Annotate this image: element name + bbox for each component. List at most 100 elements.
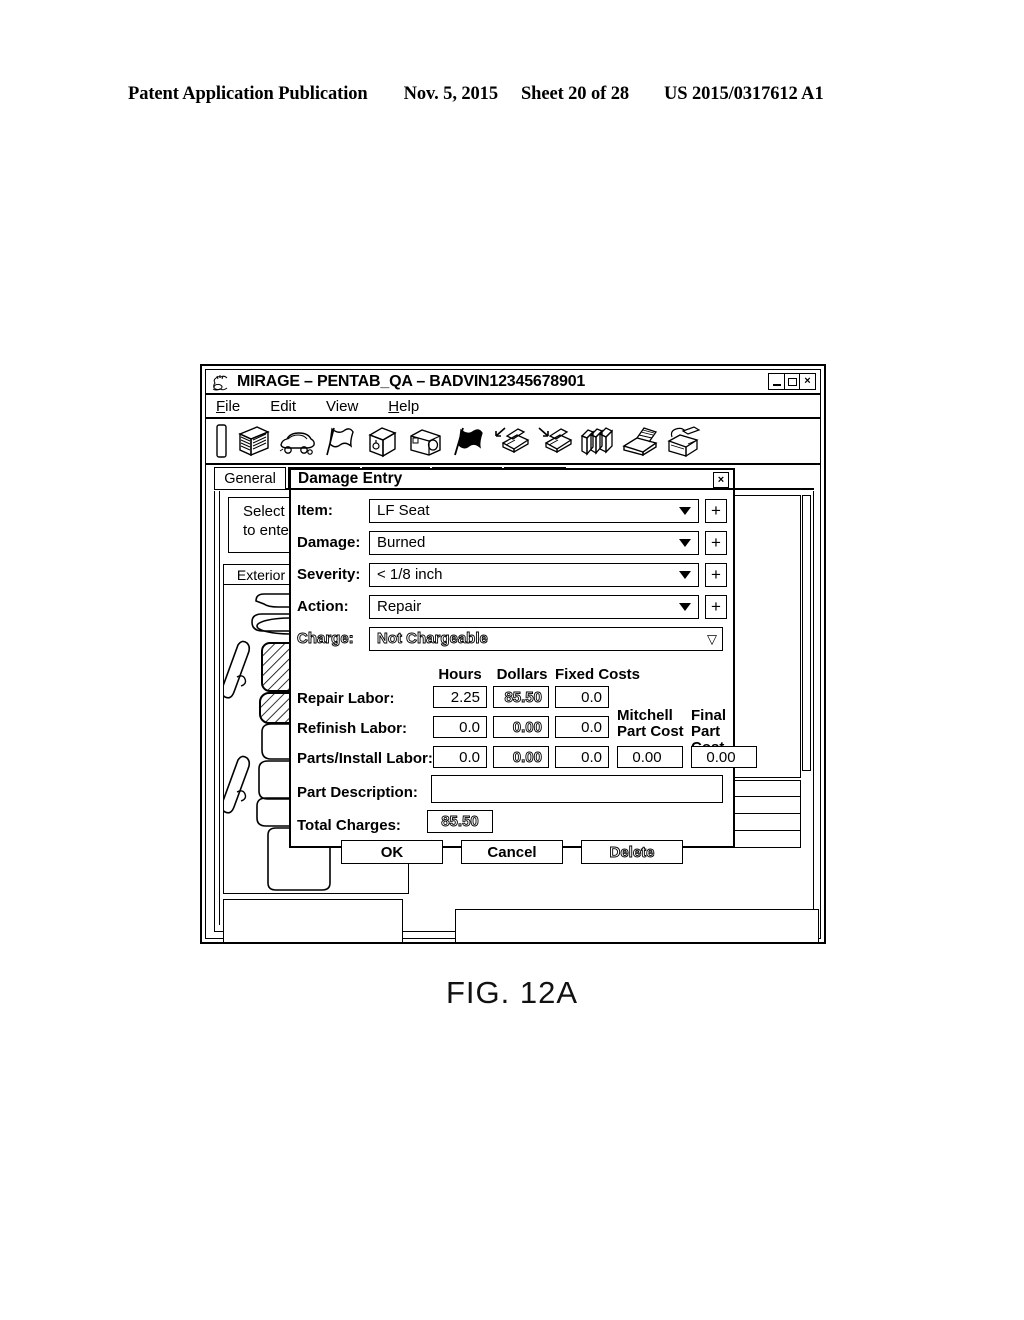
repair-labor-hours[interactable]: 2.25: [433, 686, 487, 708]
refinish-labor-dollars-value: 0.00: [512, 718, 542, 736]
sheet-number: Sheet 20 of 28: [520, 84, 630, 104]
charge-label: Charge:: [297, 630, 355, 648]
mitchell-part-cost-value[interactable]: 0.00: [617, 746, 683, 768]
flag-filled-icon[interactable]: [448, 421, 488, 461]
blank-bar-icon[interactable]: [214, 421, 230, 461]
final-part-cost-line1: Final: [691, 707, 727, 724]
severity-value: < 1/8 inch: [377, 566, 443, 583]
menu-item-help[interactable]: Help: [388, 398, 419, 415]
patent-header: Patent Application Publication Nov. 5, 2…: [128, 84, 896, 105]
books-icon[interactable]: [577, 421, 617, 461]
item-label: Item:: [297, 502, 333, 519]
charge-combo: Not Chargeable ▽: [369, 626, 723, 651]
severity-combo[interactable]: < 1/8 inch: [369, 562, 699, 587]
book-pages-icon[interactable]: [233, 421, 273, 461]
dialog-body: Item: LF Seat + Damage: Burned + Severit…: [291, 490, 757, 864]
delete-button: Delete: [581, 840, 683, 864]
car-icon[interactable]: [276, 421, 316, 461]
field-row-item: Item: LF Seat +: [297, 498, 727, 523]
row-label-parts-install-labor: Parts/Install Labor:: [297, 750, 433, 767]
action-add-button[interactable]: +: [705, 594, 727, 619]
publication-date: Nov. 5, 2015: [403, 84, 498, 104]
charge-value: Not Chargeable: [377, 630, 489, 648]
chevron-down-icon: ▽: [707, 631, 717, 646]
repair-labor-fixed-costs[interactable]: 0.0: [555, 686, 609, 708]
app-logo-icon: [210, 372, 232, 392]
part-description-label: Part Description:: [297, 784, 418, 801]
vertical-scrollbar[interactable]: [802, 495, 811, 771]
copier-icon[interactable]: [663, 421, 703, 461]
menu-item-file[interactable]: File: [216, 398, 240, 415]
total-charges-label: Total Charges:: [297, 817, 401, 834]
damage-label: Damage:: [297, 534, 361, 551]
part-description-input[interactable]: [431, 775, 723, 803]
maximize-icon[interactable]: [783, 373, 801, 390]
camera-icon[interactable]: [405, 421, 445, 461]
col-header-hours: Hours: [438, 666, 482, 683]
menu-bar: File Edit View Help: [206, 395, 820, 419]
mitchell-part-cost-line2: Part Cost: [617, 723, 684, 740]
parts-install-labor-fixed-costs[interactable]: 0.0: [555, 746, 609, 768]
action-value: Repair: [377, 598, 422, 615]
dialog-button-row: OK Cancel Delete: [291, 840, 733, 864]
content-left-edge: [213, 491, 220, 925]
subtab-exterior[interactable]: Exterior: [223, 564, 299, 585]
publication-label: Patent Application Publication: [128, 84, 368, 104]
row-label-refinish-labor: Refinish Labor:: [297, 720, 408, 737]
col-header-fixed-costs: Fixed Costs: [555, 666, 641, 683]
item-add-button[interactable]: +: [705, 498, 727, 523]
patent-number: US 2015/0317612 A1: [664, 84, 824, 104]
dialog-close-icon[interactable]: ×: [713, 472, 729, 488]
field-row-damage: Damage: Burned +: [297, 530, 727, 555]
window-title-bar: MIRAGE – PENTAB_QA – BADVIN12345678901 ×: [206, 370, 820, 395]
parts-install-labor-dollars: 0.00: [493, 746, 549, 768]
total-charges-amount: 85.50: [441, 813, 479, 831]
safe-box-icon[interactable]: [362, 421, 402, 461]
total-charges-value: 85.50: [427, 810, 493, 833]
chevron-down-icon: [679, 506, 691, 515]
window-title: MIRAGE – PENTAB_QA – BADVIN12345678901: [237, 372, 586, 390]
field-row-action: Action: Repair +: [297, 594, 727, 619]
chevron-down-icon: [679, 538, 691, 547]
toolbar: [206, 419, 820, 465]
delete-button-label: Delete: [609, 843, 655, 861]
laptop-upload-icon[interactable]: [491, 421, 531, 461]
ok-button[interactable]: OK: [341, 840, 443, 864]
final-part-cost-value[interactable]: 0.00: [691, 746, 757, 768]
menu-item-edit[interactable]: Edit: [270, 398, 296, 415]
damage-entry-dialog: Damage Entry × Item: LF Seat + Damage: B…: [289, 468, 757, 864]
action-combo[interactable]: Repair: [369, 594, 699, 619]
severity-add-button[interactable]: +: [705, 562, 727, 587]
tab-general[interactable]: General: [214, 467, 286, 489]
flag-outline-icon[interactable]: [319, 421, 359, 461]
severity-label: Severity:: [297, 566, 361, 583]
refinish-labor-hours[interactable]: 0.0: [433, 716, 487, 738]
field-row-charge: Charge: Not Chargeable ▽: [297, 626, 723, 651]
dialog-title-bar: Damage Entry ×: [291, 470, 733, 490]
lower-wide-panel: [455, 909, 819, 942]
damage-add-button[interactable]: +: [705, 530, 727, 555]
parts-install-labor-hours[interactable]: 0.0: [433, 746, 487, 768]
repair-labor-dollars-value: 85.50: [504, 688, 542, 706]
chevron-down-icon: [679, 570, 691, 579]
close-icon[interactable]: ×: [799, 373, 816, 390]
col-header-mitchell-part-cost: Mitchell Part Cost: [617, 708, 684, 740]
figure-caption: FIG. 12A: [445, 975, 579, 1010]
laptop-download-icon[interactable]: [534, 421, 574, 461]
minimize-icon[interactable]: [768, 373, 785, 390]
action-label: Action:: [297, 598, 349, 615]
damage-combo[interactable]: Burned: [369, 530, 699, 555]
menu-item-view[interactable]: View: [326, 398, 358, 415]
field-row-severity: Severity: < 1/8 inch +: [297, 562, 727, 587]
item-combo[interactable]: LF Seat: [369, 498, 699, 523]
mitchell-part-cost-line1: Mitchell: [617, 707, 673, 724]
dialog-title: Damage Entry: [298, 470, 403, 487]
repair-labor-dollars: 85.50: [493, 686, 549, 708]
refinish-labor-fixed-costs[interactable]: 0.0: [555, 716, 609, 738]
parts-install-labor-dollars-value: 0.00: [512, 748, 542, 766]
cancel-button[interactable]: Cancel: [461, 840, 563, 864]
window-controls: ×: [768, 373, 816, 390]
scanner-icon[interactable]: [620, 421, 660, 461]
menu-item-file-rest: ile: [225, 397, 241, 415]
lower-left-panel: [223, 899, 403, 942]
